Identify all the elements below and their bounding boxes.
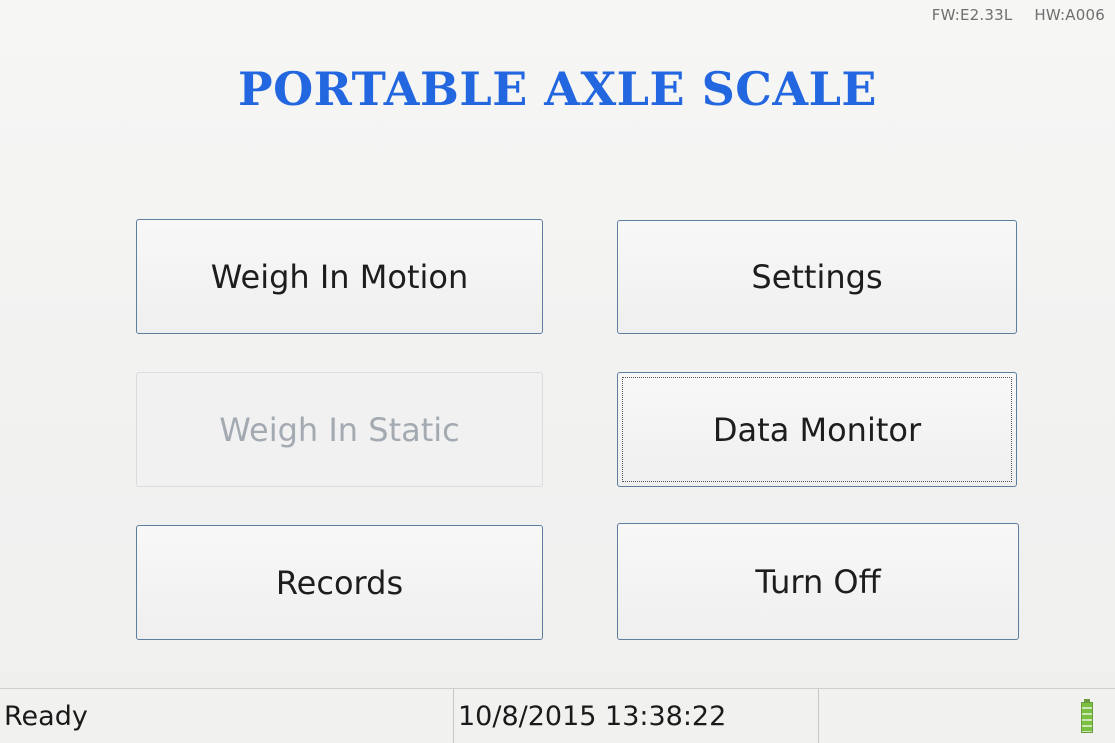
status-text: Ready	[4, 700, 88, 732]
main-screen: FW:E2.33L HW:A006 PORTABLE AXLE SCALE Wei…	[0, 0, 1115, 743]
hardware-version: HW:A006	[1034, 6, 1105, 24]
settings-label: Settings	[751, 258, 883, 296]
data-monitor-label: Data Monitor	[712, 410, 922, 449]
status-bar: Ready 10/8/2015 13:38:22	[0, 688, 1115, 743]
weigh-in-motion-button[interactable]: Weigh In Motion	[136, 219, 543, 334]
battery-full-icon	[1081, 699, 1093, 733]
turn-off-label: Turn Off	[755, 562, 881, 601]
weigh-in-motion-label: Weigh In Motion	[210, 257, 469, 296]
records-button[interactable]: Records	[136, 525, 543, 640]
settings-button[interactable]: Settings	[617, 220, 1017, 334]
weigh-in-static-button: Weigh In Static	[136, 372, 543, 487]
weigh-in-static-label: Weigh In Static	[219, 410, 460, 449]
status-right-panel	[819, 689, 1115, 743]
firmware-version: FW:E2.33L	[931, 6, 1013, 24]
records-label: Records	[275, 563, 404, 602]
turn-off-button[interactable]: Turn Off	[617, 523, 1019, 640]
data-monitor-button[interactable]: Data Monitor	[617, 372, 1017, 487]
page-title: PORTABLE AXLE SCALE	[237, 62, 877, 116]
datetime-display: 10/8/2015 13:38:22	[453, 689, 819, 743]
version-info: FW:E2.33L HW:A006	[932, 6, 1105, 24]
